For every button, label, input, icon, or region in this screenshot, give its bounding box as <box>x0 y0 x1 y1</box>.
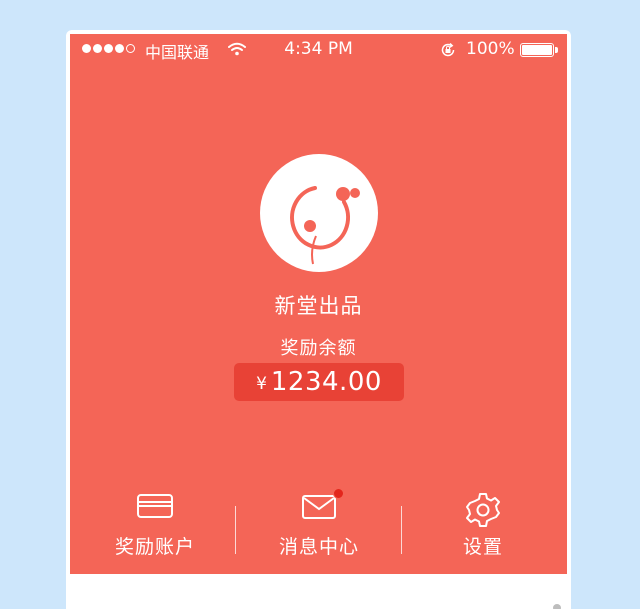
profile-header: 中国联通 4:34 PM 100% 新堂出品 奖励余额 ¥ 1234.00 奖励… <box>70 34 567 574</box>
menu-label: 奖励账户 <box>114 536 195 558</box>
menu-divider <box>401 506 402 554</box>
menu-item-message-center[interactable]: 消息中心 <box>239 484 399 564</box>
menu-divider <box>235 506 236 554</box>
status-bar: 中国联通 4:34 PM 100% <box>70 34 567 64</box>
menu-bar: 奖励账户 消息中心 设置 <box>70 484 567 564</box>
brand-logo-icon <box>290 186 360 265</box>
page-indicator-dot <box>553 604 561 609</box>
battery-icon <box>520 43 558 57</box>
menu-item-reward-account[interactable]: 奖励账户 <box>75 484 235 564</box>
phone-screen: 中国联通 4:34 PM 100% 新堂出品 奖励余额 ¥ 1234.00 奖励… <box>66 30 571 609</box>
notification-badge <box>333 488 344 499</box>
balance-amount: 1234.00 <box>270 367 382 397</box>
menu-label: 设置 <box>462 536 503 558</box>
avatar-logo[interactable] <box>260 154 378 272</box>
rotation-lock-icon <box>440 42 456 63</box>
currency-symbol: ¥ <box>256 373 267 394</box>
menu-label: 消息中心 <box>278 536 359 558</box>
mail-icon <box>301 488 344 520</box>
balance-display: ¥ 1234.00 <box>234 363 404 401</box>
card-icon <box>136 492 174 524</box>
menu-item-settings[interactable]: 设置 <box>403 484 563 564</box>
battery-percent: 100% <box>466 39 515 59</box>
brand-name: 新堂出品 <box>274 294 363 318</box>
balance-label: 奖励余额 <box>280 338 357 359</box>
gear-icon <box>465 492 501 532</box>
